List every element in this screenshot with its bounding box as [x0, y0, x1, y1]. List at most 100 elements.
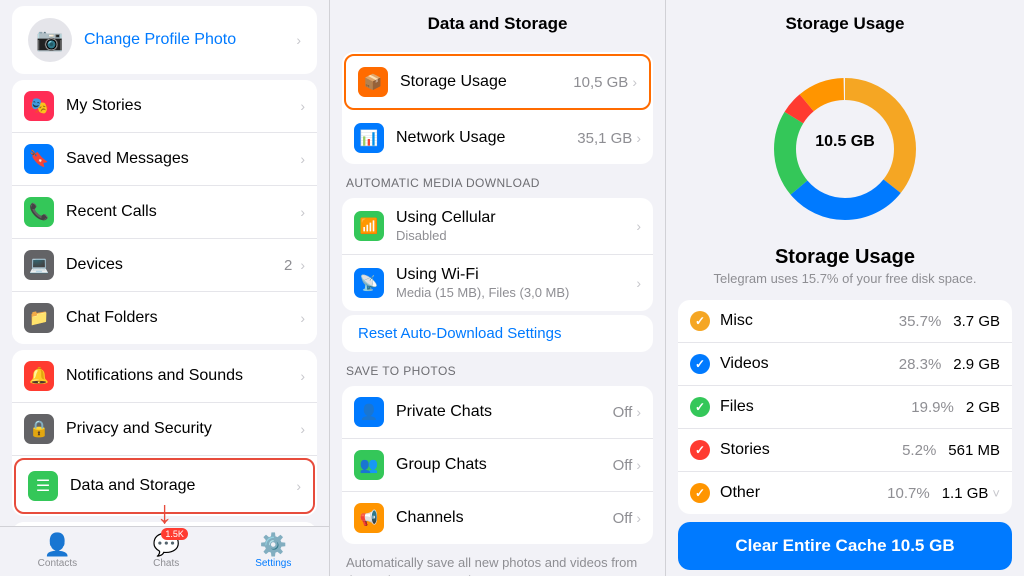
- storage-title-section: Storage Usage Telegram uses 15.7% of you…: [666, 242, 1024, 294]
- privacy-icon: 🔒: [24, 414, 54, 444]
- wifi-label: Using Wi-Fi: [396, 266, 632, 284]
- clear-cache-button[interactable]: Clear Entire Cache 10.5 GB: [678, 522, 1012, 570]
- group-chats-item[interactable]: 👥 Group Chats Off ›: [342, 439, 653, 492]
- other-row[interactable]: Other 10.7% 1.1 GB ˅ ↓: [678, 472, 1012, 514]
- donut-chart: 10.5 GB: [760, 64, 930, 234]
- sidebar-item-data-storage[interactable]: ☰ Data and Storage ›: [14, 458, 315, 514]
- save-note: Automatically save all new photos and vi…: [330, 548, 665, 576]
- misc-row[interactable]: Misc 35.7% 3.7 GB: [678, 300, 1012, 343]
- storage-usage-item[interactable]: 📦 Storage Usage 10,5 GB ›: [344, 54, 651, 110]
- sidebar-item-my-stories[interactable]: 🎭 My Stories ›: [12, 80, 317, 133]
- calls-icon: 📞: [24, 197, 54, 227]
- settings-icon: ⚙️: [260, 532, 287, 558]
- misc-dot: [690, 311, 710, 331]
- files-dot: [690, 397, 710, 417]
- settings-panel: 📷 Change Profile Photo › 🎭 My Stories › …: [0, 0, 330, 576]
- videos-pct: 28.3%: [899, 356, 942, 373]
- videos-row[interactable]: Videos 28.3% 2.9 GB: [678, 343, 1012, 386]
- settings-group-2: 🔔 Notifications and Sounds › 🔒 Privacy a…: [12, 350, 317, 516]
- other-pct: 10.7%: [887, 485, 930, 502]
- data-label: Data and Storage: [70, 477, 195, 495]
- channels-item[interactable]: 📢 Channels Off ›: [342, 492, 653, 544]
- clear-label: Clear Entire Cache 10.5 GB: [735, 536, 954, 555]
- stories-icon: 🎭: [24, 91, 54, 121]
- calls-chevron: ›: [300, 204, 305, 220]
- private-value: Off: [613, 404, 633, 421]
- tab-contacts[interactable]: 👤 Contacts: [38, 532, 77, 569]
- saved-icon: 🔖: [24, 144, 54, 174]
- donut-chart-container: 10.5 GB: [666, 48, 1024, 242]
- storage-breakdown-list: Misc 35.7% 3.7 GB Videos 28.3% 2.9 GB Fi…: [678, 300, 1012, 514]
- misc-pct: 35.7%: [899, 313, 942, 330]
- other-name: Other: [720, 484, 887, 502]
- stories-dot: [690, 440, 710, 460]
- group-label: Group Chats: [396, 456, 613, 474]
- change-profile-photo[interactable]: 📷 Change Profile Photo ›: [12, 6, 317, 74]
- panel3-title: Storage Usage: [666, 0, 1024, 48]
- sidebar-item-notifications[interactable]: 🔔 Notifications and Sounds ›: [12, 350, 317, 403]
- devices-icon: 💻: [24, 250, 54, 280]
- storage-usage-value: 10,5 GB: [573, 74, 628, 91]
- tab-chats[interactable]: 💬 1.5K Chats: [152, 532, 179, 569]
- data-storage-panel: Data and Storage 📦 Storage Usage 10,5 GB…: [330, 0, 666, 576]
- wifi-icon: 📡: [354, 268, 384, 298]
- other-dot: [690, 483, 710, 503]
- files-pct: 19.9%: [911, 399, 954, 416]
- network-usage-value: 35,1 GB: [577, 130, 632, 147]
- stories-pct: 5.2%: [902, 442, 936, 459]
- profile-icon: 📷: [28, 18, 72, 62]
- reset-link[interactable]: Reset Auto-Download Settings: [342, 315, 653, 352]
- chats-badge: 1.5K: [161, 528, 188, 540]
- devices-label: Devices: [66, 256, 123, 274]
- auto-download-group: 📶 Using Cellular Disabled › 📡 Using Wi-F…: [342, 198, 653, 311]
- videos-size: 2.9 GB: [953, 356, 1000, 373]
- sidebar-item-devices[interactable]: 💻 Devices 2 ›: [12, 239, 317, 292]
- save-photos-header: SAVE TO PHOTOS: [330, 356, 665, 382]
- calls-label: Recent Calls: [66, 203, 157, 221]
- profile-label: Change Profile Photo: [84, 31, 236, 49]
- wifi-item[interactable]: 📡 Using Wi-Fi Media (15 MB), Files (3,0 …: [342, 255, 653, 311]
- private-icon: 👤: [354, 397, 384, 427]
- my-stories-label: My Stories: [66, 97, 142, 115]
- sidebar-item-privacy[interactable]: 🔒 Privacy and Security ›: [12, 403, 317, 456]
- devices-count: 2: [284, 257, 292, 274]
- misc-size: 3.7 GB: [953, 313, 1000, 330]
- group-value: Off: [613, 457, 633, 474]
- notif-label: Notifications and Sounds: [66, 367, 243, 385]
- channels-icon: 📢: [354, 503, 384, 533]
- group-icon: 👥: [354, 450, 384, 480]
- settings-group-1: 🎭 My Stories › 🔖 Saved Messages › 📞 Rece…: [12, 80, 317, 344]
- sidebar-item-recent-calls[interactable]: 📞 Recent Calls ›: [12, 186, 317, 239]
- stories-row[interactable]: Stories 5.2% 561 MB: [678, 429, 1012, 472]
- channels-value: Off: [613, 510, 633, 527]
- cellular-item[interactable]: 📶 Using Cellular Disabled ›: [342, 198, 653, 255]
- network-usage-item[interactable]: 📊 Network Usage 35,1 GB ›: [342, 112, 653, 164]
- auto-download-header: AUTOMATIC MEDIA DOWNLOAD: [330, 168, 665, 194]
- saved-label: Saved Messages: [66, 150, 189, 168]
- folders-label: Chat Folders: [66, 309, 158, 327]
- arrow-indicator-2: ↓: [1010, 502, 1012, 514]
- notif-icon: 🔔: [24, 361, 54, 391]
- private-chats-item[interactable]: 👤 Private Chats Off ›: [342, 386, 653, 439]
- storage-icon: 📦: [358, 67, 388, 97]
- devices-chevron: ›: [300, 257, 305, 273]
- folders-icon: 📁: [24, 303, 54, 333]
- files-size: 2 GB: [966, 399, 1000, 416]
- misc-name: Misc: [720, 312, 899, 330]
- stories-size: 561 MB: [948, 442, 1000, 459]
- network-icon: 📊: [354, 123, 384, 153]
- data-icon: ☰: [28, 471, 58, 501]
- folders-chevron: ›: [300, 310, 305, 326]
- tab-settings[interactable]: ⚙️ Settings: [255, 532, 291, 569]
- tab-chats-label: Chats: [153, 558, 179, 569]
- svg-text:10.5 GB: 10.5 GB: [815, 133, 875, 150]
- usage-group: 📦 Storage Usage 10,5 GB › 📊 Network Usag…: [342, 52, 653, 164]
- sidebar-item-saved-messages[interactable]: 🔖 Saved Messages ›: [12, 133, 317, 186]
- storage-detail-panel: Storage Usage 10.5 GB Storage Usage Tele…: [666, 0, 1024, 576]
- tab-settings-label: Settings: [255, 558, 291, 569]
- network-usage-label: Network Usage: [396, 129, 577, 147]
- stories-chevron: ›: [300, 98, 305, 114]
- sidebar-item-chat-folders[interactable]: 📁 Chat Folders ›: [12, 292, 317, 344]
- files-row[interactable]: Files 19.9% 2 GB: [678, 386, 1012, 429]
- tab-contacts-label: Contacts: [38, 558, 77, 569]
